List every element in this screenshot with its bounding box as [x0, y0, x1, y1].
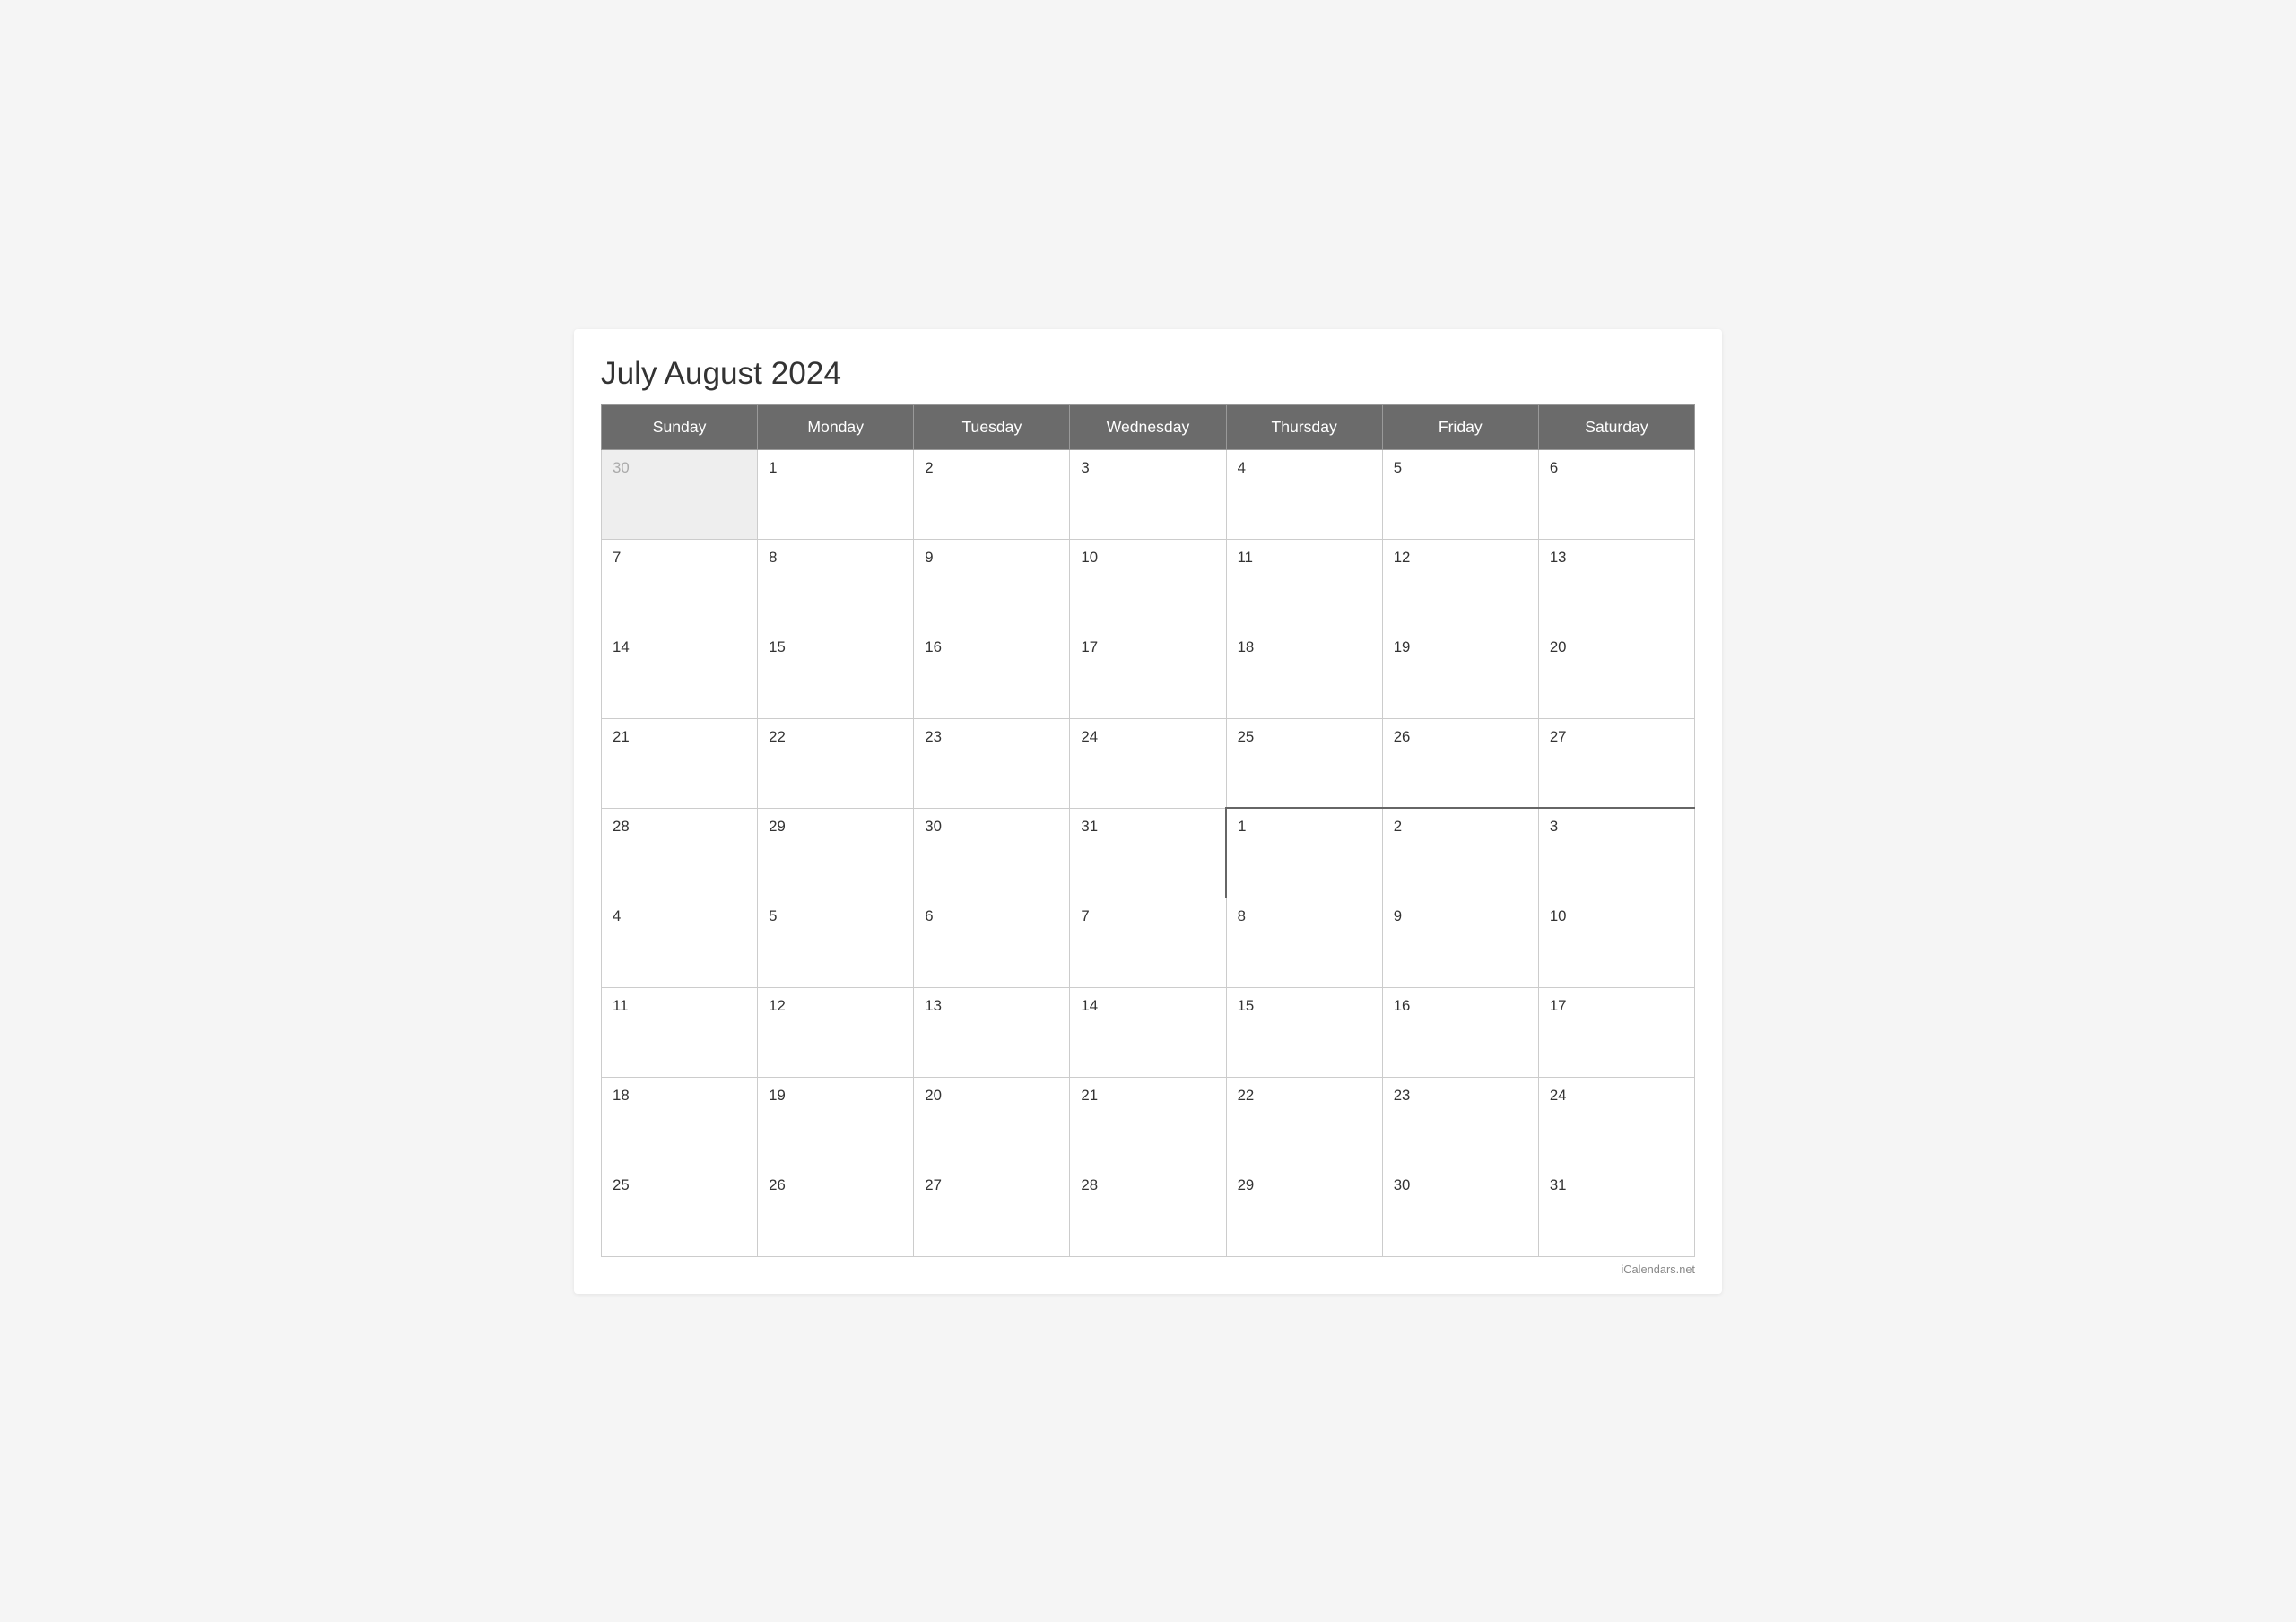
week-row: 25262728293031	[602, 1167, 1695, 1256]
calendar-day: 16	[1382, 987, 1538, 1077]
calendar-day: 26	[758, 1167, 914, 1256]
calendar-day: 24	[1538, 1077, 1694, 1167]
header-day-thursday: Thursday	[1226, 404, 1382, 449]
calendar-day: 29	[758, 808, 914, 898]
calendar-day: 13	[1538, 539, 1694, 629]
week-row: 14151617181920	[602, 629, 1695, 718]
week-row: 11121314151617	[602, 987, 1695, 1077]
calendar-day: 8	[758, 539, 914, 629]
calendar-day: 5	[758, 898, 914, 987]
calendar-day: 29	[1226, 1167, 1382, 1256]
calendar-day: 15	[758, 629, 914, 718]
calendar-day: 25	[602, 1167, 758, 1256]
calendar-day: 4	[602, 898, 758, 987]
week-row: 30123456	[602, 449, 1695, 539]
calendar-day: 9	[1382, 898, 1538, 987]
calendar-day: 18	[1226, 629, 1382, 718]
calendar-day: 21	[1070, 1077, 1226, 1167]
calendar-day: 11	[602, 987, 758, 1077]
calendar-day: 27	[1538, 718, 1694, 808]
header-day-wednesday: Wednesday	[1070, 404, 1226, 449]
calendar-day: 28	[602, 808, 758, 898]
calendar-day: 17	[1538, 987, 1694, 1077]
calendar-day: 19	[1382, 629, 1538, 718]
calendar-day: 21	[602, 718, 758, 808]
calendar-title: July August 2024	[601, 356, 1695, 392]
header-day-sunday: Sunday	[602, 404, 758, 449]
calendar-container: July August 2024 SundayMondayTuesdayWedn…	[574, 329, 1722, 1294]
header-day-friday: Friday	[1382, 404, 1538, 449]
calendar-day: 20	[914, 1077, 1070, 1167]
calendar-day: 23	[1382, 1077, 1538, 1167]
calendar-day: 4	[1226, 449, 1382, 539]
calendar-day: 22	[1226, 1077, 1382, 1167]
calendar-day: 25	[1226, 718, 1382, 808]
header-day-saturday: Saturday	[1538, 404, 1694, 449]
calendar-day: 6	[914, 898, 1070, 987]
calendar-day: 2	[914, 449, 1070, 539]
calendar-day: 14	[602, 629, 758, 718]
calendar-day: 30	[1382, 1167, 1538, 1256]
footer-credit: iCalendars.net	[601, 1262, 1695, 1276]
calendar-day: 1	[1226, 808, 1382, 898]
calendar-day: 14	[1070, 987, 1226, 1077]
calendar-day: 7	[1070, 898, 1226, 987]
calendar-day: 3	[1538, 808, 1694, 898]
header-day-monday: Monday	[758, 404, 914, 449]
week-row: 45678910	[602, 898, 1695, 987]
calendar-day: 8	[1226, 898, 1382, 987]
calendar-day: 11	[1226, 539, 1382, 629]
calendar-table: SundayMondayTuesdayWednesdayThursdayFrid…	[601, 404, 1695, 1257]
calendar-day: 30	[602, 449, 758, 539]
calendar-day: 27	[914, 1167, 1070, 1256]
calendar-day: 6	[1538, 449, 1694, 539]
week-row: 21222324252627	[602, 718, 1695, 808]
week-row: 18192021222324	[602, 1077, 1695, 1167]
calendar-day: 3	[1070, 449, 1226, 539]
week-row: 78910111213	[602, 539, 1695, 629]
calendar-day: 16	[914, 629, 1070, 718]
calendar-day: 20	[1538, 629, 1694, 718]
calendar-day: 23	[914, 718, 1070, 808]
calendar-day: 18	[602, 1077, 758, 1167]
calendar-day: 15	[1226, 987, 1382, 1077]
calendar-day: 2	[1382, 808, 1538, 898]
calendar-day: 19	[758, 1077, 914, 1167]
calendar-day: 31	[1538, 1167, 1694, 1256]
header-day-tuesday: Tuesday	[914, 404, 1070, 449]
calendar-day: 22	[758, 718, 914, 808]
calendar-day: 26	[1382, 718, 1538, 808]
calendar-day: 31	[1070, 808, 1226, 898]
calendar-day: 30	[914, 808, 1070, 898]
calendar-day: 12	[758, 987, 914, 1077]
calendar-day: 7	[602, 539, 758, 629]
calendar-day: 10	[1538, 898, 1694, 987]
calendar-day: 9	[914, 539, 1070, 629]
calendar-day: 24	[1070, 718, 1226, 808]
week-row: 28293031123	[602, 808, 1695, 898]
header-row: SundayMondayTuesdayWednesdayThursdayFrid…	[602, 404, 1695, 449]
calendar-day: 13	[914, 987, 1070, 1077]
calendar-day: 10	[1070, 539, 1226, 629]
calendar-day: 12	[1382, 539, 1538, 629]
calendar-day: 28	[1070, 1167, 1226, 1256]
calendar-day: 1	[758, 449, 914, 539]
calendar-day: 17	[1070, 629, 1226, 718]
calendar-day: 5	[1382, 449, 1538, 539]
